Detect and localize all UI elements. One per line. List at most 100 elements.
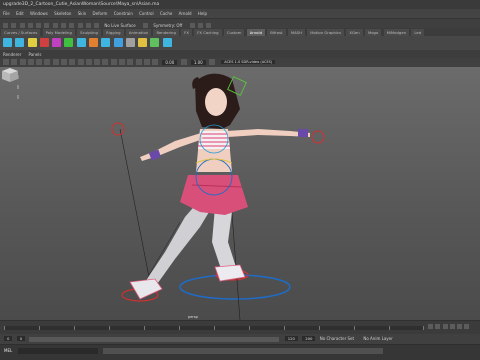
light-editor-icon[interactable] — [138, 38, 148, 47]
resolution-gate-icon[interactable] — [52, 59, 59, 65]
mesh-light-icon[interactable] — [39, 38, 49, 47]
shelf-tab-bifrost[interactable]: Bifrost — [267, 29, 286, 36]
bookmarks-icon[interactable] — [19, 59, 26, 65]
redo-icon[interactable] — [36, 22, 42, 28]
shelf-tab-mimodgen[interactable]: MiModgen — [383, 29, 410, 36]
menu-control[interactable]: Control — [139, 11, 153, 16]
gate-mask-icon[interactable] — [60, 59, 67, 65]
shelf-tab-fx[interactable]: FX — [181, 29, 192, 36]
panel-menu-renderer[interactable]: Renderer — [3, 52, 21, 57]
exposure-field[interactable]: 0.00 — [162, 59, 178, 65]
menu-windows[interactable]: Windows — [30, 11, 48, 16]
right-hand-control[interactable] — [311, 130, 325, 144]
character-set-select[interactable]: No Character Set — [320, 336, 354, 341]
image-plane-icon[interactable] — [27, 59, 34, 65]
physical-sky-icon[interactable] — [88, 38, 98, 47]
open-scene-icon[interactable] — [11, 22, 17, 28]
play-back-icon[interactable] — [442, 324, 448, 329]
render-frame-icon[interactable] — [189, 22, 195, 28]
menu-help[interactable]: Help — [198, 11, 207, 16]
flush-cache-icon[interactable] — [150, 38, 160, 47]
lock-camera-icon[interactable] — [11, 59, 18, 65]
ipr-icon[interactable] — [15, 38, 25, 47]
undo-icon[interactable] — [27, 22, 33, 28]
license-manager-icon[interactable] — [162, 38, 172, 47]
menu-deform[interactable]: Deform — [93, 11, 108, 16]
menu-skin[interactable]: Skin — [78, 11, 87, 16]
shelf-tab-led[interactable]: Led — [411, 29, 425, 36]
safe-action-icon[interactable] — [77, 59, 84, 65]
menu-arnold[interactable]: Arnold — [179, 11, 192, 16]
menu-cache[interactable]: Cache — [160, 11, 172, 16]
anim-layer-select[interactable]: No Anim Layer — [363, 336, 392, 341]
shelf-tab-sculpting[interactable]: Sculpting — [77, 29, 101, 36]
motion-blur-icon[interactable] — [135, 59, 142, 65]
shelf-tab-rendering[interactable]: Rendering — [153, 29, 179, 36]
field-chart-icon[interactable] — [69, 59, 76, 65]
panel-menu-panels[interactable]: Panels — [29, 52, 42, 57]
viewport-persp[interactable]: persp — [0, 67, 480, 320]
lights-icon[interactable] — [110, 59, 117, 65]
shelf-tab-poly-modeling[interactable]: Poly Modeling — [42, 29, 75, 36]
shelf-tab-curves-surfaces[interactable]: Curves / Surfaces — [1, 29, 41, 36]
range-slider-bar[interactable] — [29, 336, 280, 342]
shelf-tab-xgen[interactable]: XGen — [346, 29, 363, 36]
area-light-icon[interactable] — [27, 38, 37, 47]
isolate-select-icon[interactable] — [152, 59, 159, 65]
textured-icon[interactable] — [102, 59, 109, 65]
new-scene-icon[interactable] — [3, 22, 8, 28]
select-by-object-icon[interactable] — [52, 22, 58, 28]
shelf-tab-fx-caching[interactable]: FX Caching — [194, 29, 222, 36]
xray-icon[interactable] — [143, 59, 150, 65]
play-forward-icon[interactable] — [449, 324, 455, 329]
gamma-field[interactable]: 1.00 — [190, 59, 206, 65]
select-by-component-icon[interactable] — [60, 22, 66, 28]
ambient-occlusion-icon[interactable] — [127, 59, 134, 65]
smooth-shade-icon[interactable] — [94, 59, 101, 65]
step-forward-icon[interactable] — [457, 324, 463, 329]
view-transform-select[interactable]: ACES 1.0 SDR-video (ACES) — [221, 60, 276, 64]
time-slider-track[interactable] — [4, 326, 424, 330]
shelf-tab-rigging[interactable]: Rigging — [103, 29, 124, 36]
snap-to-curve-icon[interactable] — [77, 22, 83, 28]
range-start-field[interactable]: 0 — [16, 336, 26, 341]
snap-to-point-icon[interactable] — [85, 22, 91, 28]
shelf-tab-arnold[interactable]: Arnold — [246, 29, 265, 36]
grid-icon[interactable] — [36, 59, 43, 65]
skydome-light-icon[interactable] — [64, 38, 74, 47]
shelf-tab-mogo[interactable]: Mogo — [364, 29, 382, 36]
shadows-icon[interactable] — [118, 59, 125, 65]
end-frame-field[interactable]: 200 — [302, 336, 316, 341]
snap-to-grid-icon[interactable] — [69, 22, 75, 28]
range-end-field[interactable]: 120 — [284, 336, 298, 341]
menu-skeleton[interactable]: Skeleton — [54, 11, 71, 16]
script-language-label[interactable]: MEL — [4, 348, 12, 353]
command-input[interactable] — [17, 348, 98, 354]
sky-icon[interactable] — [76, 38, 86, 47]
go-to-start-icon[interactable] — [428, 324, 433, 329]
symmetry-icon[interactable] — [143, 22, 149, 28]
time-slider[interactable] — [0, 320, 480, 334]
wireframe-icon[interactable] — [85, 59, 92, 65]
render-settings-icon[interactable] — [206, 22, 212, 28]
menu-constrain[interactable]: Constrain — [114, 11, 133, 16]
light-portal-icon[interactable] — [101, 38, 111, 47]
standin-icon[interactable] — [113, 38, 123, 47]
shelf-tab-mash[interactable]: MASH — [287, 29, 305, 36]
shelf-tab-motion-graphics[interactable]: Motion Graphics — [307, 29, 345, 36]
ipr-render-icon[interactable] — [197, 22, 203, 28]
render-view-icon[interactable] — [3, 38, 12, 47]
live-surface-label[interactable]: No Live Surface — [104, 23, 135, 28]
menu-file[interactable]: File — [3, 11, 10, 16]
select-camera-icon[interactable] — [3, 59, 9, 65]
shelf-tab-animation[interactable]: Animation — [125, 29, 152, 36]
color-management-icon[interactable] — [209, 59, 215, 65]
step-back-icon[interactable] — [435, 324, 441, 329]
symmetry-label[interactable]: Symmetry: Off — [153, 23, 182, 28]
live-surface-icon[interactable] — [94, 22, 100, 28]
film-gate-icon[interactable] — [44, 59, 51, 65]
start-frame-field[interactable]: 0 — [4, 336, 13, 341]
save-scene-icon[interactable] — [19, 22, 25, 28]
shelf-tab-custom[interactable]: Custom — [223, 29, 245, 36]
volume-icon[interactable] — [125, 38, 135, 47]
